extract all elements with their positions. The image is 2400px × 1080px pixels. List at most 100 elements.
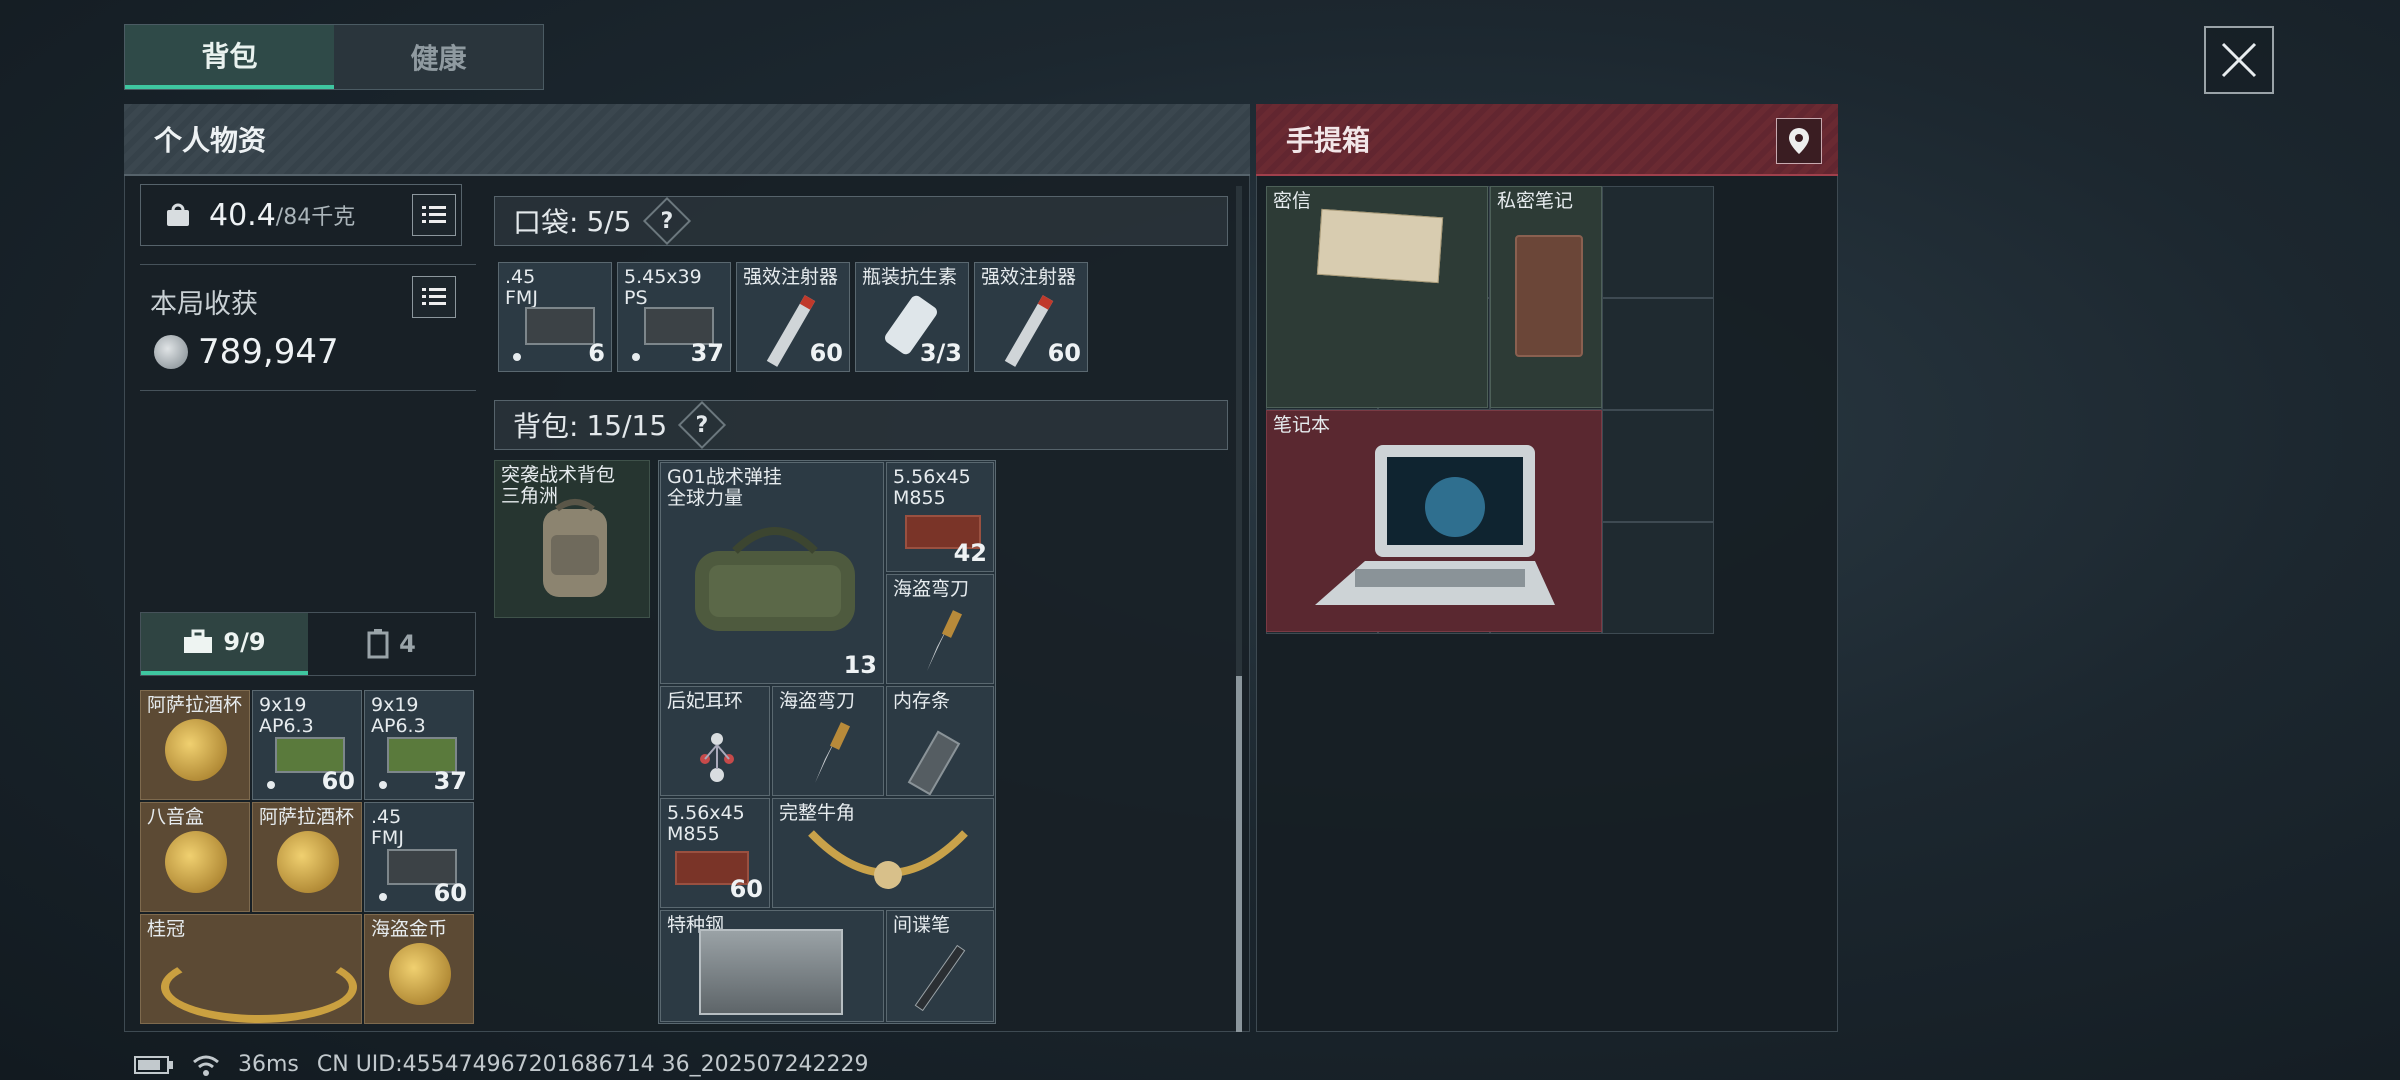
status-dot bbox=[513, 353, 521, 361]
personal-panel-title: 个人物资 bbox=[124, 104, 1250, 176]
item-label: 海盗金币 bbox=[371, 918, 448, 940]
safebox-item[interactable]: 海盗金币 bbox=[364, 914, 474, 1024]
bag-label: 背包: bbox=[513, 410, 579, 443]
ping-value: 36ms bbox=[238, 1052, 299, 1077]
pocket-item[interactable]: 瓶装抗生素 3/3 bbox=[855, 262, 969, 372]
pocket-label: 口袋: bbox=[513, 206, 579, 239]
safebox-item[interactable]: 9x19 AP6.3 37 bbox=[364, 690, 474, 800]
battery-icon bbox=[134, 1055, 173, 1074]
syringe-icon bbox=[1004, 295, 1054, 367]
briefcase-item-notebook[interactable]: 私密笔记 bbox=[1490, 186, 1602, 408]
weight-list-button[interactable] bbox=[412, 194, 456, 236]
safebox-item[interactable]: 阿萨拉酒杯 bbox=[252, 802, 362, 912]
item-label: 密信 bbox=[1273, 190, 1312, 212]
coin-icon bbox=[154, 335, 188, 369]
bag-item-knife-1[interactable]: 海盗弯刀 bbox=[886, 574, 994, 684]
briefcase-slot[interactable] bbox=[1602, 186, 1714, 298]
bag-item-tactical-rig[interactable]: G01战术弹挂 全球力量 13 bbox=[660, 462, 884, 684]
scrollbar-thumb[interactable] bbox=[1236, 676, 1242, 1032]
weight-icon bbox=[167, 203, 189, 226]
item-label: 强效注射器 bbox=[981, 266, 1077, 288]
bag-item-spy-pen[interactable]: 间谍笔 bbox=[886, 910, 994, 1022]
earring-icon bbox=[700, 733, 734, 782]
bag-help-button[interactable]: ? bbox=[678, 400, 727, 450]
item-label: .45 FMJ bbox=[505, 266, 538, 309]
item-label: 笔记本 bbox=[1273, 414, 1331, 436]
item-count: 6 bbox=[588, 339, 605, 367]
item-label: 5.56x45 M855 bbox=[667, 802, 745, 845]
pocket-item[interactable]: 强效注射器 60 bbox=[736, 262, 850, 372]
item-count: 60 bbox=[321, 767, 355, 795]
pocket-item[interactable]: 强效注射器 60 bbox=[974, 262, 1088, 372]
safebox-item[interactable]: 阿萨拉酒杯 bbox=[140, 690, 250, 800]
bag-item-steel[interactable]: 特种钢 bbox=[660, 910, 884, 1022]
bag-item-ram[interactable]: 内存条 bbox=[886, 686, 994, 796]
bag-item-ammo-2[interactable]: 5.56x45 M855 60 bbox=[660, 798, 770, 908]
horn-icon bbox=[808, 830, 968, 889]
item-label: 9x19 AP6.3 bbox=[259, 694, 314, 737]
knife-icon bbox=[815, 722, 851, 783]
list-icon bbox=[422, 288, 446, 305]
income-list-button[interactable] bbox=[412, 276, 456, 318]
bag-item-horn[interactable]: 完整牛角 bbox=[772, 798, 994, 908]
bag-item-earring[interactable]: 后妃耳环 bbox=[660, 686, 770, 796]
item-count: 37 bbox=[690, 339, 724, 367]
bag-item-ammo-1[interactable]: 5.56x45 M855 42 bbox=[886, 462, 994, 572]
map-pin-icon bbox=[1789, 128, 1809, 154]
item-label: 海盗弯刀 bbox=[893, 578, 970, 600]
item-count: 42 bbox=[953, 539, 987, 567]
safebox-item[interactable]: .45 FMJ 60 bbox=[364, 802, 474, 912]
bag-item-knife-2[interactable]: 海盗弯刀 bbox=[772, 686, 884, 796]
weight-value: 40.4 bbox=[209, 197, 276, 233]
pocket-item[interactable]: 5.45x39 PS 37 bbox=[617, 262, 731, 372]
income-label: 本局收获 bbox=[150, 289, 258, 320]
briefcase-slot[interactable] bbox=[1602, 298, 1714, 410]
item-label: 后妃耳环 bbox=[667, 690, 744, 712]
safebox-item[interactable]: 桂冠 bbox=[140, 914, 362, 1024]
pocket-item[interactable]: .45 FMJ 6 bbox=[498, 262, 612, 372]
locate-button[interactable] bbox=[1776, 118, 1822, 164]
item-label: 完整牛角 bbox=[779, 802, 856, 824]
tab-toolbox[interactable]: 9/9 bbox=[141, 613, 308, 675]
safebox-item[interactable]: 八音盒 bbox=[140, 802, 250, 912]
tab-bar: 背包 健康 bbox=[124, 24, 544, 90]
ammo-box-icon bbox=[525, 307, 595, 345]
item-label: 间谍笔 bbox=[893, 914, 951, 936]
container-icon bbox=[367, 629, 389, 659]
pocket-header: 口袋: 5/5 ? bbox=[494, 196, 1228, 246]
item-label: 阿萨拉酒杯 bbox=[147, 694, 243, 716]
tab-backpack[interactable]: 背包 bbox=[125, 25, 334, 89]
item-count: 60 bbox=[1047, 339, 1081, 367]
item-label: 阿萨拉酒杯 bbox=[259, 806, 355, 828]
treasure-icon bbox=[277, 831, 339, 893]
tab-container[interactable]: 4 bbox=[308, 613, 475, 675]
item-label: 八音盒 bbox=[147, 806, 205, 828]
pen-icon bbox=[914, 944, 966, 1012]
tab-health[interactable]: 健康 bbox=[334, 25, 543, 89]
treasure-icon bbox=[389, 943, 451, 1005]
safebox-item[interactable]: 9x19 AP6.3 60 bbox=[252, 690, 362, 800]
equipped-backpack[interactable]: 突袭战术背包 三角洲 bbox=[494, 460, 650, 618]
laptop-icon bbox=[1315, 445, 1555, 605]
notebook-icon bbox=[1515, 235, 1583, 357]
briefcase-item-letter[interactable]: 密信 bbox=[1266, 186, 1488, 408]
toolbox-icon bbox=[184, 629, 213, 653]
container-count: 4 bbox=[399, 630, 416, 658]
item-count: 3/3 bbox=[919, 339, 962, 367]
backpack-icon bbox=[543, 499, 607, 597]
weight-unit: /84千克 bbox=[275, 205, 356, 230]
container-tabs: 9/9 4 bbox=[140, 612, 476, 676]
pocket-help-button[interactable]: ? bbox=[642, 196, 691, 246]
letter-icon bbox=[1316, 208, 1444, 284]
item-label: .45 FMJ bbox=[371, 806, 404, 849]
item-label: 5.56x45 M855 bbox=[893, 466, 971, 509]
status-dot bbox=[632, 353, 640, 361]
briefcase-slot[interactable] bbox=[1602, 522, 1714, 634]
status-bar: 36ms CN UID:455474967201686714 36_202507… bbox=[134, 1052, 869, 1077]
briefcase-slot[interactable] bbox=[1602, 410, 1714, 522]
item-label: 私密笔记 bbox=[1497, 190, 1574, 212]
close-button[interactable] bbox=[2204, 26, 2274, 94]
list-icon bbox=[422, 206, 446, 223]
divider bbox=[140, 264, 476, 265]
briefcase-item-laptop[interactable]: 笔记本 bbox=[1266, 410, 1602, 632]
